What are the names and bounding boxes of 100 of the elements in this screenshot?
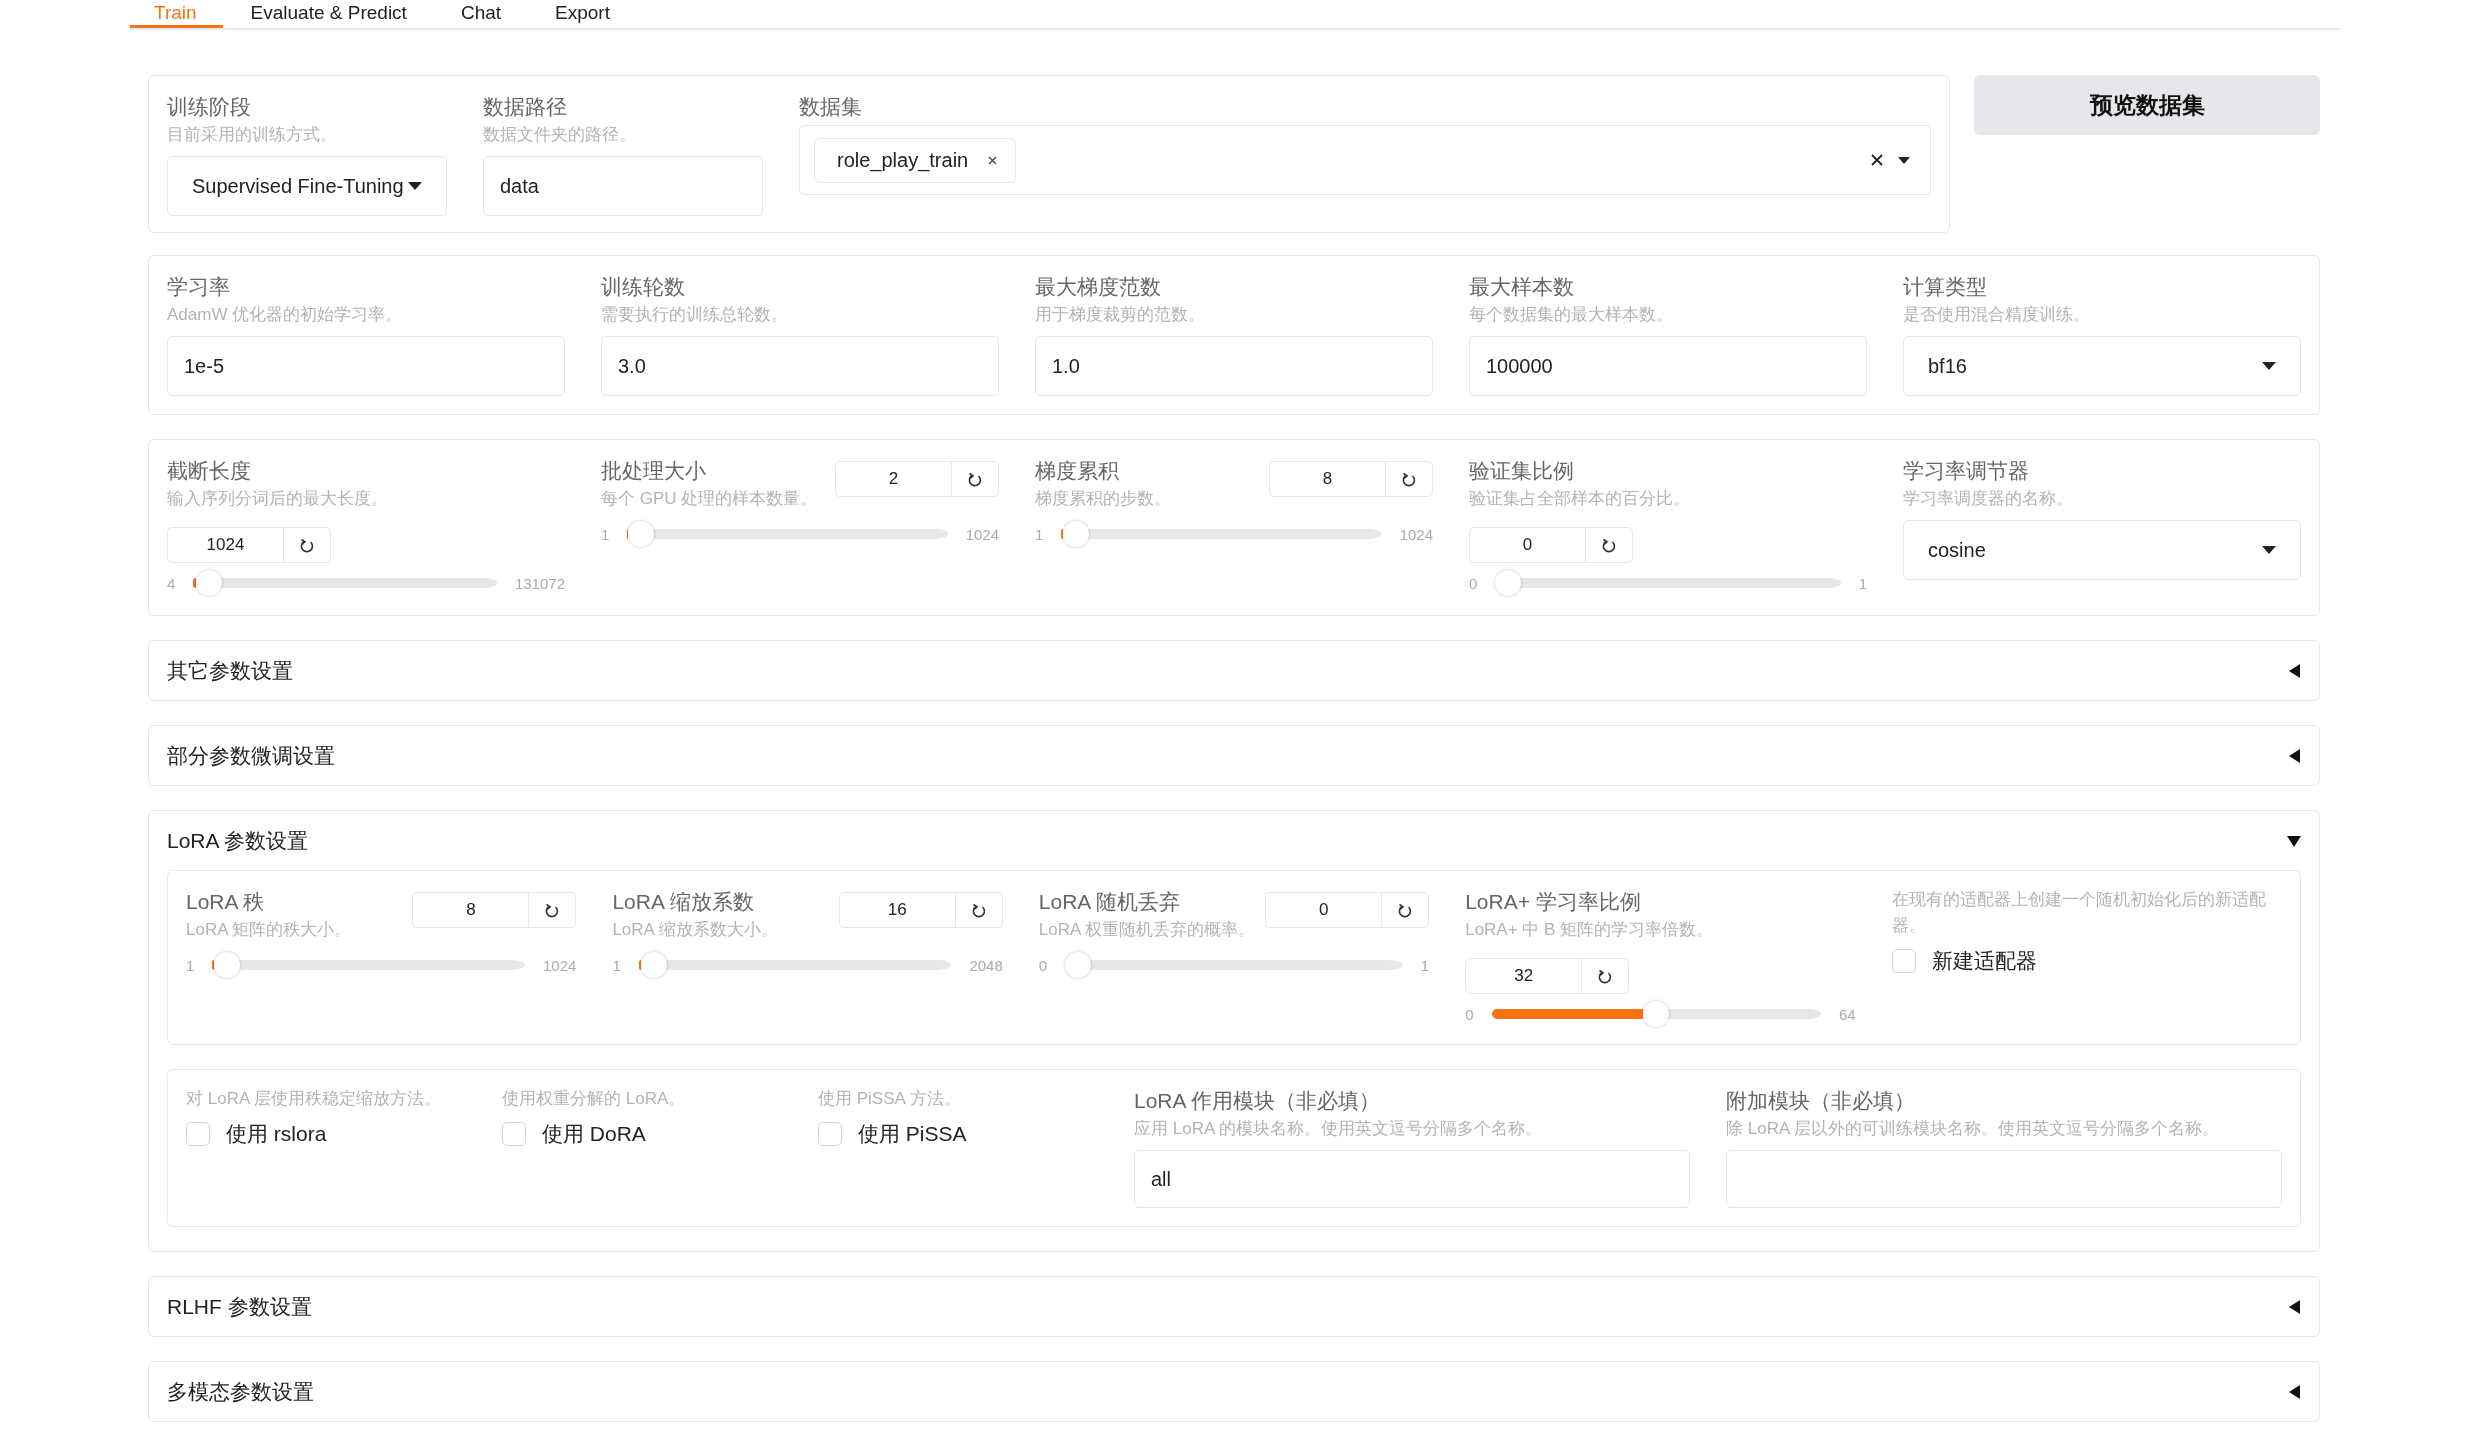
slider-min-label: 4 — [167, 574, 176, 592]
number-field[interactable]: 1024 — [167, 527, 283, 563]
reset-button[interactable] — [528, 892, 577, 928]
field-hint: LoRA 缩放系数大小。 — [612, 919, 778, 941]
caret-icon — [2262, 546, 2276, 554]
slider-max-label: 1 — [1858, 574, 1867, 592]
number-field[interactable]: 0 — [1265, 892, 1382, 928]
input-field[interactable] — [1726, 1150, 2282, 1208]
slider-handle[interactable] — [214, 952, 241, 978]
field-label: 附加模块（非必填） — [1726, 1088, 1916, 1114]
slider-handle[interactable] — [1065, 952, 1092, 978]
slider-min-label: 1 — [612, 956, 621, 974]
checkbox[interactable] — [818, 1122, 842, 1146]
field-hint: 输入序列分词后的最大长度。 — [167, 488, 388, 510]
field-hint: LoRA 矩阵的秩大小。 — [186, 919, 352, 941]
reset-icon — [1398, 902, 1413, 918]
caret-icon — [408, 182, 422, 190]
field-label: LoRA 随机丢弃 — [1038, 889, 1181, 915]
slider-max-label: 2048 — [969, 956, 1003, 974]
field-hint: 对 LoRA 层使用秩稳定缩放方法。 — [186, 1088, 443, 1110]
checkbox[interactable] — [186, 1122, 210, 1146]
field-label: LoRA+ 学习率比例 — [1465, 889, 1642, 915]
tab[interactable]: Evaluate & Predict — [226, 0, 433, 28]
field-label: 数据集 — [799, 94, 863, 120]
reset-icon — [300, 537, 314, 553]
slider-handle[interactable] — [1495, 570, 1522, 596]
field-label: 训练轮数 — [601, 274, 686, 300]
slider-min-label: 0 — [1038, 956, 1048, 974]
slider-max-label: 1024 — [543, 956, 577, 974]
tab[interactable]: Export — [531, 0, 636, 28]
dropdown[interactable]: Supervised Fine-Tuning — [167, 156, 447, 216]
field-hint: 应用 LoRA 的模块名称。使用英文逗号分隔多个名称。 — [1134, 1118, 1544, 1140]
section-title[interactable]: 其它参数设置 — [167, 656, 293, 685]
field-label: 数据路径 — [483, 94, 568, 120]
slider-max-label: 131072 — [514, 574, 565, 592]
field-hint: LoRA 权重随机丢弃的概率。 — [1038, 919, 1256, 941]
input-field[interactable]: 100000 — [1469, 336, 1867, 396]
slider-handle[interactable] — [627, 521, 654, 547]
preview-dataset-button[interactable]: 预览数据集 — [1974, 75, 2320, 135]
field-hint: AdamW 优化器的初始学习率。 — [167, 304, 404, 326]
slider-handle[interactable] — [640, 952, 667, 978]
reset-button[interactable] — [1585, 527, 1633, 563]
slider-min-label: 0 — [1469, 574, 1478, 592]
reset-button[interactable] — [1581, 958, 1630, 994]
field-hint: 学习率调度器的名称。 — [1903, 488, 2074, 510]
field-hint: 验证集占全部样本的百分比。 — [1469, 488, 1690, 510]
input-field[interactable]: 1.0 — [1035, 336, 1433, 396]
input-field[interactable]: 3.0 — [601, 336, 999, 396]
field-label: 验证集比例 — [1469, 458, 1575, 484]
number-field[interactable]: 2 — [835, 461, 951, 497]
slider-min-label: 1 — [601, 525, 610, 543]
reset-button[interactable] — [951, 461, 999, 497]
number-field[interactable]: 16 — [838, 892, 955, 928]
slider-min-label: 1 — [1035, 525, 1044, 543]
section-title[interactable]: 部分参数微调设置 — [167, 741, 335, 770]
field-hint: 除 LoRA 层以外的可训练模块名称。使用英文逗号分隔多个名称。 — [1726, 1118, 2221, 1140]
caret-icon — [2262, 362, 2276, 370]
dataset-select[interactable]: role_play_train — [799, 125, 1931, 195]
input-field[interactable]: data — [483, 156, 763, 216]
dropdown[interactable]: bf16 — [1903, 336, 2301, 396]
reset-icon — [1402, 471, 1416, 487]
checkbox[interactable] — [502, 1122, 526, 1146]
field-label: 学习率 — [167, 274, 231, 300]
checkbox-label: 使用 rslora — [226, 1121, 327, 1147]
field-hint: 在现有的适配器上创建一个随机初始化后的新适配器。 — [1891, 889, 2267, 937]
section-title[interactable]: RLHF 参数设置 — [167, 1292, 312, 1321]
reset-icon — [1602, 537, 1616, 553]
reset-button[interactable] — [954, 892, 1003, 928]
slider-max-label: 1 — [1420, 956, 1430, 974]
number-field[interactable]: 8 — [1269, 461, 1385, 497]
caret-icon — [1898, 156, 1910, 164]
dropdown[interactable]: cosine — [1903, 520, 2301, 580]
tab[interactable]: Chat — [436, 0, 528, 28]
field-label: 批处理大小 — [601, 458, 707, 484]
field-hint: 数据文件夹的路径。 — [483, 124, 637, 146]
slider-max-label: 1024 — [1399, 525, 1433, 543]
field-label: 梯度累积 — [1035, 458, 1120, 484]
input-field[interactable]: 1e-5 — [167, 336, 565, 396]
field-label: 最大梯度范数 — [1035, 274, 1162, 300]
checkbox-label: 新建适配器 — [1931, 948, 2037, 974]
checkbox[interactable] — [1891, 949, 1916, 973]
number-field[interactable]: 32 — [1465, 958, 1582, 994]
slider-min-label: 1 — [186, 956, 195, 974]
field-hint: 每个 GPU 处理的样本数量。 — [601, 488, 818, 510]
number-field[interactable]: 8 — [412, 892, 529, 928]
reset-icon — [545, 902, 560, 918]
field-hint: 使用 PiSSA 方法。 — [818, 1088, 962, 1110]
dataset-chip[interactable]: role_play_train — [814, 137, 1017, 183]
section-title[interactable]: LoRA 参数设置 — [167, 826, 309, 855]
input-field[interactable]: all — [1134, 1150, 1690, 1208]
slider-handle[interactable] — [195, 570, 222, 596]
field-hint: 用于梯度裁剪的范数。 — [1035, 304, 1206, 326]
reset-icon — [1598, 968, 1613, 984]
reset-button[interactable] — [1381, 892, 1430, 928]
reset-button[interactable] — [1385, 461, 1433, 497]
number-field[interactable]: 0 — [1469, 527, 1585, 563]
slider-handle[interactable] — [1063, 521, 1090, 547]
slider-handle[interactable] — [1643, 1001, 1670, 1027]
section-title[interactable]: 多模态参数设置 — [167, 1377, 314, 1406]
reset-button[interactable] — [283, 527, 331, 563]
